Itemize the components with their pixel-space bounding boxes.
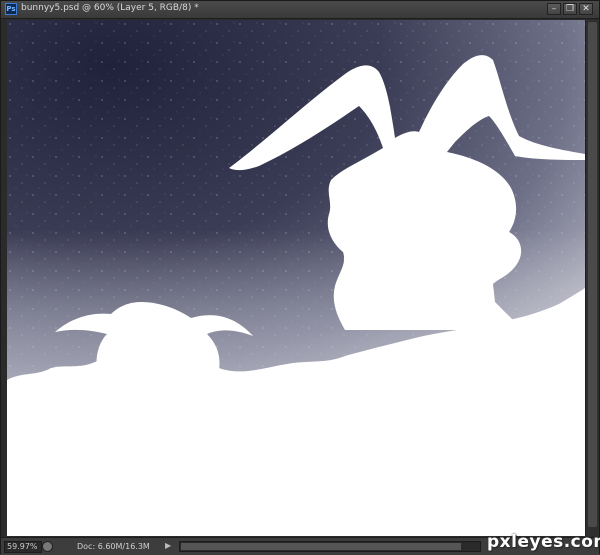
status-info-icon[interactable] (42, 541, 53, 552)
site-watermark: pxleyes.com (487, 532, 600, 552)
document-window: Ps bunnyy5.psd @ 60% (Layer 5, RGB/8) * … (0, 0, 600, 555)
document-size-info[interactable]: Doc: 6.60M/16.3M (77, 542, 150, 551)
artwork (7, 20, 585, 536)
title-bar[interactable]: Ps bunnyy5.psd @ 60% (Layer 5, RGB/8) * … (1, 1, 599, 19)
vertical-scrollbar[interactable] (585, 20, 599, 536)
document-title: bunnyy5.psd @ 60% (Layer 5, RGB/8) * (21, 3, 199, 13)
photoshop-app-icon: Ps (5, 3, 17, 15)
status-menu-arrow-icon[interactable]: ▶ (165, 541, 171, 550)
vertical-scroll-thumb[interactable] (588, 22, 597, 527)
zoom-level-field[interactable]: 59.97% (4, 541, 42, 553)
document-canvas[interactable] (7, 20, 585, 536)
horizontal-scrollbar[interactable] (179, 541, 481, 552)
close-button[interactable]: ✕ (579, 3, 593, 15)
horizontal-scroll-thumb[interactable] (181, 543, 461, 550)
minimize-button[interactable]: – (547, 3, 561, 15)
restore-button[interactable]: ❐ (563, 3, 577, 15)
